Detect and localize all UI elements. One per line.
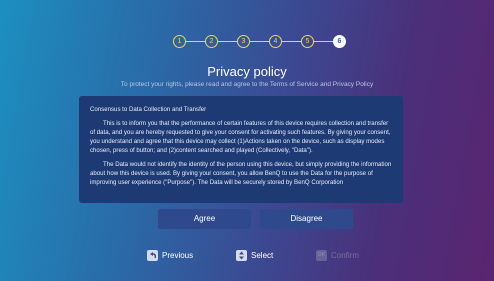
previous-hint[interactable]: Previous	[147, 250, 193, 261]
setup-stepper: 1 2 3 4 5 6	[173, 34, 346, 48]
step-3: 3	[237, 34, 250, 48]
select-hint[interactable]: Select	[236, 250, 273, 261]
up-down-arrow-icon	[236, 250, 247, 261]
back-arrow-icon	[147, 250, 158, 261]
policy-text-panel[interactable]: Consensus to Data Collection and Transfe…	[79, 96, 403, 203]
step-4: 4	[269, 34, 282, 48]
policy-paragraph-1: This is to inform you that the performan…	[90, 120, 391, 154]
ok-key-icon: OK	[316, 250, 327, 261]
step-6-active: 6	[333, 34, 346, 48]
select-label: Select	[251, 251, 274, 260]
step-2: 2	[205, 34, 218, 48]
step-connector	[250, 40, 269, 42]
confirm-hint: OK Confirm	[316, 250, 359, 261]
page-title: Privacy policy	[207, 64, 287, 79]
policy-paragraph-2: The Data would not identify the identity…	[90, 161, 392, 186]
previous-label: Previous	[162, 251, 194, 260]
step-connector	[314, 40, 333, 42]
step-1: 1	[173, 34, 186, 48]
step-connector	[218, 40, 237, 42]
step-connector	[186, 40, 205, 42]
agree-button[interactable]: Agree	[158, 209, 251, 229]
policy-heading: Consensus to Data Collection and Transfe…	[90, 106, 207, 113]
confirm-label: Confirm	[331, 251, 360, 260]
step-5: 5	[301, 34, 314, 48]
disagree-button[interactable]: Disagree	[260, 209, 353, 229]
step-connector	[282, 40, 301, 42]
page-subtitle: To protect your rights, please read and …	[120, 81, 374, 88]
